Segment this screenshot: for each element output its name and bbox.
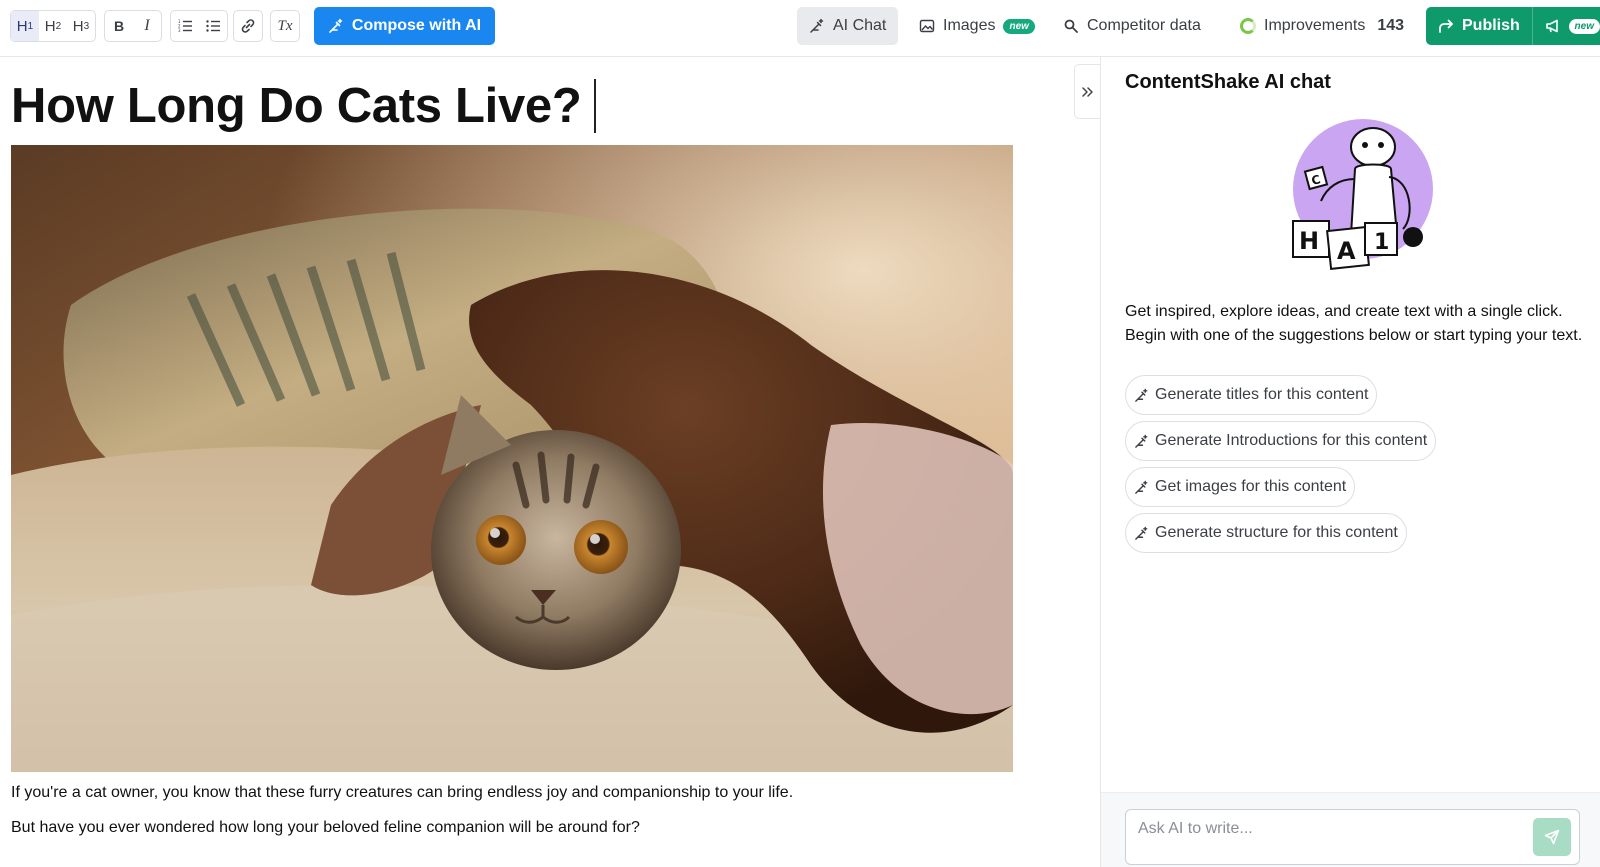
h2-button[interactable]: H2 (39, 11, 67, 41)
compose-label: Compose with AI (351, 17, 482, 34)
ordered-list-icon: 123 (178, 19, 192, 33)
text-cursor (593, 79, 596, 133)
megaphone-icon (1545, 19, 1558, 33)
link-box (233, 10, 263, 42)
search-icon (1064, 19, 1078, 33)
publish-button[interactable]: Publish (1426, 7, 1533, 45)
h3-button[interactable]: H3 (67, 11, 95, 41)
cat-photo (11, 145, 1013, 772)
link-group (233, 10, 263, 42)
svg-text:H: H (1299, 227, 1319, 255)
images-tab[interactable]: Images new (907, 7, 1047, 45)
collapse-panel-button[interactable] (1074, 64, 1101, 119)
chat-panel-title: ContentShake AI chat (1125, 71, 1331, 93)
robot-illustration: C H A 1 (1292, 119, 1433, 270)
chat-composer (1125, 809, 1580, 865)
compose-with-ai-button[interactable]: Compose with AI (314, 7, 495, 45)
title-row: How Long Do Cats Live? (11, 77, 596, 135)
h1-button[interactable]: H1 (11, 11, 39, 41)
suggestion-label: Get images for this content (1155, 478, 1347, 495)
progress-ring-icon (1240, 18, 1256, 34)
magic-pen-icon (1135, 480, 1148, 494)
competitor-data-tab[interactable]: Competitor data (1051, 7, 1213, 45)
magic-pen-icon (810, 18, 824, 33)
publish-label: Publish (1462, 17, 1520, 34)
image-icon (919, 19, 935, 33)
clear-format-button[interactable]: Tx (271, 11, 299, 41)
list-buttons: 123 (170, 10, 228, 42)
magic-pen-icon (1135, 434, 1148, 448)
suggestion-generate-structure[interactable]: Generate structure for this content (1125, 513, 1407, 553)
list-group: 123 (170, 10, 228, 42)
bullet-list-button[interactable] (199, 11, 227, 41)
suggestion-label: Generate titles for this content (1155, 386, 1369, 403)
ask-ai-input[interactable] (1138, 818, 1518, 840)
magic-pen-icon (329, 18, 343, 33)
suggestion-generate-introductions[interactable]: Generate Introductions for this content (1125, 421, 1437, 461)
link-button[interactable] (234, 11, 262, 41)
svg-text:1: 1 (1374, 230, 1389, 255)
images-new-badge: new (1003, 18, 1035, 34)
bullet-list-icon (206, 20, 220, 32)
share-arrow-icon (1439, 19, 1453, 33)
page-title[interactable]: How Long Do Cats Live? (11, 78, 582, 134)
send-icon (1544, 829, 1560, 845)
paragraph-1[interactable]: If you're a cat owner, you know that the… (11, 784, 793, 802)
bold-button[interactable]: B (105, 11, 133, 41)
suggestion-label: Generate structure for this content (1155, 524, 1398, 541)
double-chevron-right-icon (1082, 86, 1093, 97)
format-buttons: B I (104, 10, 162, 42)
editor-toolbar: H1 H2 H3 B I 123 Tx Compose with AI AI C… (0, 0, 1600, 57)
magic-pen-icon (1135, 526, 1148, 540)
ai-chat-label: AI Chat (833, 17, 887, 34)
images-label: Images (943, 17, 996, 34)
document-editor[interactable]: How Long Do Cats Live? If you're a cat o… (0, 57, 1100, 867)
svg-text:A: A (1337, 237, 1356, 265)
send-button[interactable] (1533, 818, 1571, 856)
competitor-data-label: Competitor data (1087, 17, 1201, 34)
heading-buttons: H1 H2 H3 (10, 10, 96, 42)
clear-box: Tx (270, 10, 300, 42)
improvements-tab[interactable]: Improvements 143 (1228, 7, 1416, 45)
link-icon (241, 19, 255, 33)
improvements-label: Improvements (1264, 17, 1366, 34)
svg-text:3: 3 (178, 28, 181, 33)
ai-chat-panel: ContentShake AI chat C H A 1 Get inspire… (1100, 57, 1600, 867)
ordered-list-button[interactable]: 123 (171, 11, 199, 41)
publish-new-badge: new (1568, 18, 1600, 34)
ai-chat-tab[interactable]: AI Chat (797, 7, 899, 45)
magic-pen-icon (1135, 388, 1148, 402)
clear-group: Tx (270, 10, 300, 42)
announcements-button[interactable]: new (1533, 18, 1600, 34)
italic-button[interactable]: I (133, 11, 161, 41)
suggestion-get-images[interactable]: Get images for this content (1125, 467, 1356, 507)
suggestion-generate-titles[interactable]: Generate titles for this content (1125, 375, 1378, 415)
paragraph-2[interactable]: But have you ever wondered how long your… (11, 819, 640, 837)
publish-button-group: Publish new (1426, 7, 1600, 45)
format-group: B I (104, 10, 162, 42)
heading-group: H1 H2 H3 (10, 10, 96, 42)
chat-intro-text: Get inspired, explore ideas, and create … (1125, 303, 1583, 344)
chat-composer-area (1101, 792, 1600, 867)
improvements-count: 143 (1377, 17, 1405, 34)
suggestion-label: Generate Introductions for this content (1155, 432, 1428, 449)
cat-hero-image[interactable] (11, 145, 1013, 772)
